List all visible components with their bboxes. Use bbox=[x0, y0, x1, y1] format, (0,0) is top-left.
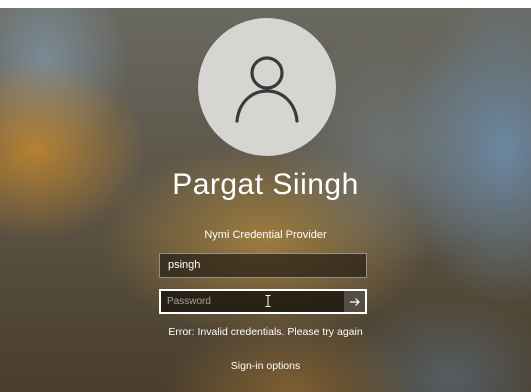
password-input[interactable] bbox=[161, 291, 344, 312]
user-display-name: Pargat Siingh bbox=[172, 168, 359, 201]
sign-in-options-link[interactable]: Sign-in options bbox=[231, 360, 300, 372]
sign-in-options-container: Sign-in options bbox=[0, 360, 531, 372]
arrow-right-icon bbox=[349, 297, 360, 306]
person-icon bbox=[235, 56, 299, 123]
username-field[interactable]: psingh bbox=[159, 253, 367, 278]
error-message: Error: Invalid credentials. Please try a… bbox=[168, 326, 363, 338]
text-cursor-icon bbox=[265, 295, 271, 307]
credential-provider-label: Nymi Credential Provider bbox=[204, 229, 327, 241]
user-avatar bbox=[198, 18, 336, 156]
submit-button[interactable] bbox=[344, 291, 365, 312]
password-field-container bbox=[159, 289, 367, 314]
top-edge bbox=[0, 0, 531, 8]
